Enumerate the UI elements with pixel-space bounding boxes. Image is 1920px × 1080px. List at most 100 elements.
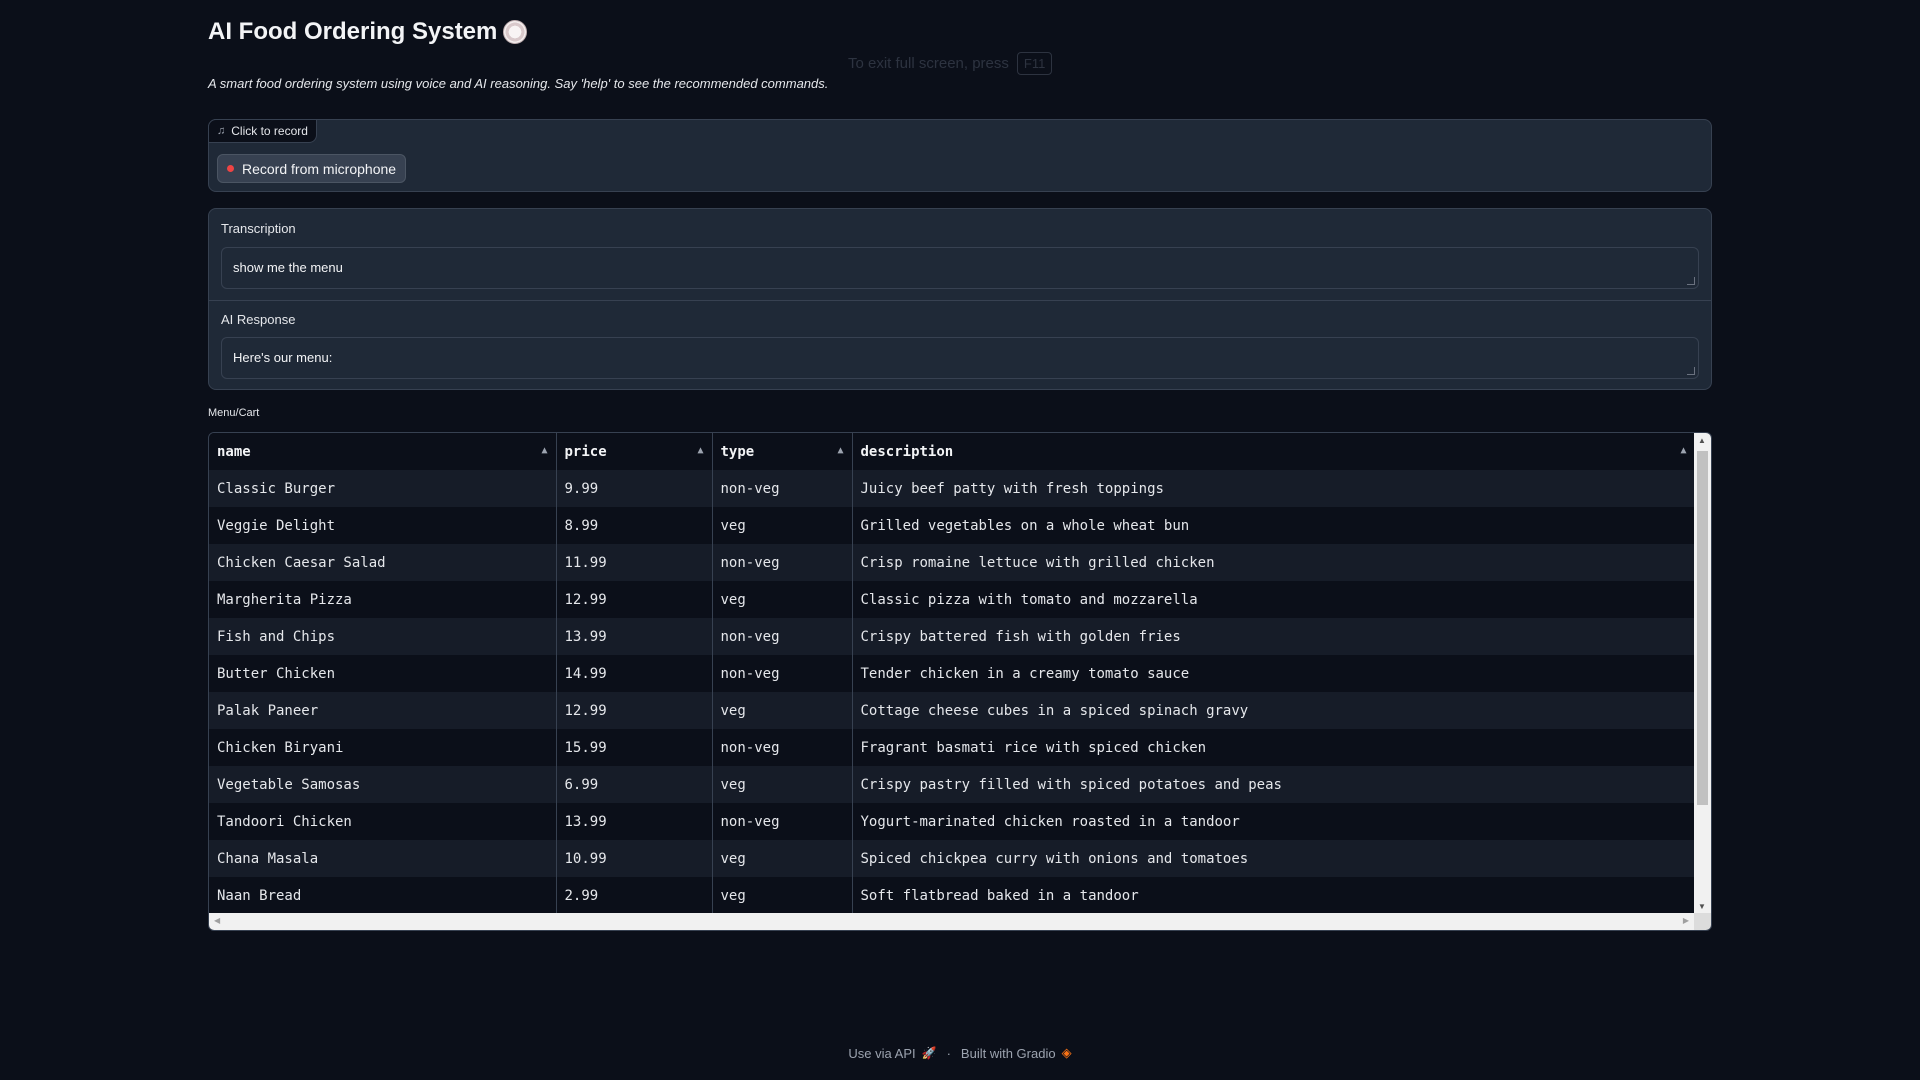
- table-cell-type[interactable]: non-veg: [712, 618, 853, 655]
- rocket-icon: 🚀: [921, 1046, 937, 1060]
- table-row: Margherita Pizza 12.99 veg Classic pizza wi…: [209, 581, 1696, 618]
- page-title-text: AI Food Ordering System: [208, 18, 498, 45]
- table-row: Chana Masala 10.99 veg Spiced chickpea curr…: [209, 840, 1696, 877]
- sort-icon[interactable]: ▲: [697, 445, 703, 456]
- menu-cart-table[interactable]: name ▲ price ▲ type ▲ description ▲ Clas…: [208, 432, 1712, 931]
- table-cell-price[interactable]: 13.99: [556, 618, 713, 655]
- scroll-left-icon[interactable]: ◀: [214, 916, 220, 925]
- table-cell-description[interactable]: Classic pizza with tomato and mozzarella: [852, 581, 1696, 618]
- table-cell-description[interactable]: Tender chicken in a creamy tomato sauce: [852, 655, 1696, 692]
- table-cell-description[interactable]: Yogurt-marinated chicken roasted in a ta…: [852, 803, 1696, 840]
- table-cell-description[interactable]: Soft flatbread baked in a tandoor: [852, 877, 1696, 914]
- table-body: Classic Burger 9.99 non-veg Juicy beef patt…: [209, 470, 1696, 914]
- gradio-logo-icon: ◈: [1061, 1045, 1072, 1060]
- table-cell-type[interactable]: veg: [712, 581, 853, 618]
- built-with-gradio-link[interactable]: Built with Gradio ◈: [961, 1045, 1072, 1061]
- fullscreen-hint: To exit full screen, press F11: [848, 52, 1053, 75]
- panel-divider: [209, 300, 1711, 301]
- table-cell-price[interactable]: 14.99: [556, 655, 713, 692]
- transcription-field[interactable]: show me the menu: [221, 247, 1699, 289]
- table-cell-type[interactable]: non-veg: [712, 470, 853, 507]
- plate-icon: [503, 20, 528, 44]
- table-cell-name[interactable]: Chicken Biryani: [209, 729, 557, 766]
- table-cell-type[interactable]: non-veg: [712, 729, 853, 766]
- table-cell-description[interactable]: Fragrant basmati rice with spiced chicke…: [852, 729, 1696, 766]
- table-row: Vegetable Samosas 6.99 veg Crispy pastry fi…: [209, 766, 1696, 803]
- column-header-name[interactable]: name ▲: [209, 433, 557, 470]
- record-from-microphone-button[interactable]: Record from microphone: [217, 154, 407, 183]
- record-dot-icon: [227, 165, 234, 172]
- table-row: Chicken Caesar Salad 11.99 non-veg Crisp ro…: [209, 544, 1696, 581]
- table-cell-description[interactable]: Crispy pastry filled with spiced potatoe…: [852, 766, 1696, 803]
- table-cell-type[interactable]: non-veg: [712, 544, 853, 581]
- table-cell-price[interactable]: 9.99: [556, 470, 713, 507]
- horizontal-scrollbar[interactable]: ◀ ▶: [209, 913, 1695, 930]
- table-row: Classic Burger 9.99 non-veg Juicy beef patt…: [209, 470, 1696, 507]
- column-header-description[interactable]: description ▲: [852, 433, 1696, 470]
- vertical-scrollbar[interactable]: ▲ ▼: [1694, 433, 1711, 914]
- table-cell-description[interactable]: Juicy beef patty with fresh toppings: [852, 470, 1696, 507]
- table-cell-price[interactable]: 13.99: [556, 803, 713, 840]
- menu-table: name ▲ price ▲ type ▲ description ▲ Clas…: [209, 433, 1696, 914]
- table-cell-type[interactable]: veg: [712, 877, 853, 914]
- table-cell-name[interactable]: Tandoori Chicken: [209, 803, 557, 840]
- use-via-api-link[interactable]: Use via API 🚀: [848, 1046, 936, 1061]
- table-cell-name[interactable]: Chicken Caesar Salad: [209, 544, 557, 581]
- table-cell-description[interactable]: Cottage cheese cubes in a spiced spinach…: [852, 692, 1696, 729]
- table-row: Veggie Delight 8.99 veg Grilled vegetables …: [209, 507, 1696, 544]
- table-cell-type[interactable]: veg: [712, 692, 853, 729]
- table-cell-name[interactable]: Veggie Delight: [209, 507, 557, 544]
- table-cell-type[interactable]: non-veg: [712, 655, 853, 692]
- sort-icon[interactable]: ▲: [541, 445, 547, 456]
- footer-separator: ·: [946, 1045, 951, 1061]
- transcription-label: Transcription: [221, 221, 296, 236]
- table-cell-name[interactable]: Vegetable Samosas: [209, 766, 557, 803]
- table-cell-price[interactable]: 12.99: [556, 692, 713, 729]
- sort-icon[interactable]: ▲: [1680, 445, 1686, 456]
- table-cell-description[interactable]: Spiced chickpea curry with onions and to…: [852, 840, 1696, 877]
- table-cell-price[interactable]: 10.99: [556, 840, 713, 877]
- table-cell-description[interactable]: Crispy battered fish with golden fries: [852, 618, 1696, 655]
- use-via-api-label: Use via API: [848, 1045, 916, 1061]
- table-row: Tandoori Chicken 13.99 non-veg Yogurt-marin…: [209, 803, 1696, 840]
- record-button-label: Record from microphone: [242, 160, 397, 177]
- vertical-scroll-thumb[interactable]: [1697, 451, 1708, 805]
- table-row: Fish and Chips 13.99 non-veg Crispy battere…: [209, 618, 1696, 655]
- table-cell-type[interactable]: veg: [712, 766, 853, 803]
- table-cell-price[interactable]: 11.99: [556, 544, 713, 581]
- table-cell-name[interactable]: Naan Bread: [209, 877, 557, 914]
- table-cell-name[interactable]: Classic Burger: [209, 470, 557, 507]
- table-row: Naan Bread 2.99 veg Soft flatbread baked in…: [209, 877, 1696, 914]
- table-cell-name[interactable]: Chana Masala: [209, 840, 557, 877]
- audio-input-panel: ♫ Click to record Record from microphone: [208, 119, 1712, 192]
- scroll-down-icon[interactable]: ▼: [1698, 902, 1706, 911]
- audio-input-label: ♫ Click to record: [208, 119, 317, 143]
- table-cell-type[interactable]: veg: [712, 507, 853, 544]
- column-header-type[interactable]: type ▲: [712, 433, 853, 470]
- table-cell-price[interactable]: 2.99: [556, 877, 713, 914]
- fullscreen-hint-key: F11: [1016, 52, 1053, 75]
- table-cell-description[interactable]: Crisp romaine lettuce with grilled chick…: [852, 544, 1696, 581]
- table-cell-type[interactable]: veg: [712, 840, 853, 877]
- table-cell-name[interactable]: Palak Paneer: [209, 692, 557, 729]
- table-row: Chicken Biryani 15.99 non-veg Fragrant basm…: [209, 729, 1696, 766]
- table-cell-name[interactable]: Butter Chicken: [209, 655, 557, 692]
- table-cell-name[interactable]: Margherita Pizza: [209, 581, 557, 618]
- scroll-right-icon[interactable]: ▶: [1683, 916, 1689, 925]
- scrollbar-corner: [1694, 913, 1711, 930]
- table-cell-description[interactable]: Grilled vegetables on a whole wheat bun: [852, 507, 1696, 544]
- scroll-up-icon[interactable]: ▲: [1698, 436, 1706, 445]
- menu-cart-label: Menu/Cart: [208, 407, 260, 419]
- column-header-price[interactable]: price ▲: [556, 433, 713, 470]
- table-cell-price[interactable]: 12.99: [556, 581, 713, 618]
- table-cell-price[interactable]: 15.99: [556, 729, 713, 766]
- table-cell-price[interactable]: 8.99: [556, 507, 713, 544]
- table-cell-name[interactable]: Fish and Chips: [209, 618, 557, 655]
- sort-icon[interactable]: ▲: [837, 445, 843, 456]
- ai-response-field[interactable]: Here's our menu:: [221, 337, 1699, 379]
- fullscreen-hint-text: To exit full screen, press: [848, 55, 1009, 72]
- built-with-gradio-label: Built with Gradio: [960, 1045, 1056, 1061]
- audio-input-label-text: Click to record: [231, 124, 308, 138]
- table-cell-type[interactable]: non-veg: [712, 803, 853, 840]
- table-cell-price[interactable]: 6.99: [556, 766, 713, 803]
